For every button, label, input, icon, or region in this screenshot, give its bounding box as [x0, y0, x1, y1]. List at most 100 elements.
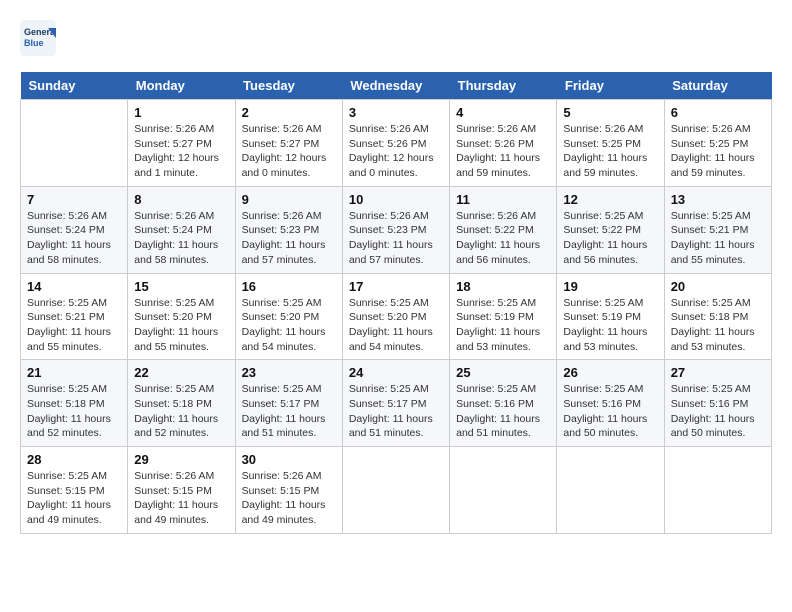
- day-info: Sunrise: 5:26 AM Sunset: 5:15 PM Dayligh…: [242, 469, 336, 528]
- day-number: 1: [134, 105, 228, 120]
- day-info: Sunrise: 5:25 AM Sunset: 5:16 PM Dayligh…: [671, 382, 765, 441]
- column-header-wednesday: Wednesday: [342, 72, 449, 100]
- calendar-table: SundayMondayTuesdayWednesdayThursdayFrid…: [20, 72, 772, 534]
- column-header-monday: Monday: [128, 72, 235, 100]
- week-row-3: 14Sunrise: 5:25 AM Sunset: 5:21 PM Dayli…: [21, 273, 772, 360]
- day-info: Sunrise: 5:25 AM Sunset: 5:17 PM Dayligh…: [242, 382, 336, 441]
- calendar-cell: 1 Sunrise: 5:26 AM Sunset: 5:27 PM Daylig…: [128, 100, 235, 187]
- day-number: 29: [134, 452, 228, 467]
- calendar-cell: 14Sunrise: 5:25 AM Sunset: 5:21 PM Dayli…: [21, 273, 128, 360]
- week-row-4: 21 Sunrise: 5:25 AM Sunset: 5:18 PM Dayli…: [21, 360, 772, 447]
- day-info: Sunrise: 5:26 AM Sunset: 5:22 PM Dayligh…: [456, 209, 550, 268]
- day-number: 14: [27, 279, 121, 294]
- day-info: Sunrise: 5:25 AM Sunset: 5:15 PM Dayligh…: [27, 469, 121, 528]
- calendar-cell: 15 Sunrise: 5:25 AM Sunset: 5:20 PM Dayli…: [128, 273, 235, 360]
- day-number: 10: [349, 192, 443, 207]
- day-number: 9: [242, 192, 336, 207]
- day-info: Sunrise: 5:26 AM Sunset: 5:27 PM Dayligh…: [134, 122, 228, 181]
- calendar-cell: 4Sunrise: 5:26 AM Sunset: 5:26 PM Daylig…: [450, 100, 557, 187]
- calendar-cell: 23 Sunrise: 5:25 AM Sunset: 5:17 PM Dayli…: [235, 360, 342, 447]
- calendar-cell: 7 Sunrise: 5:26 AM Sunset: 5:24 PM Daylig…: [21, 186, 128, 273]
- calendar-cell: 19 Sunrise: 5:25 AM Sunset: 5:19 PM Dayli…: [557, 273, 664, 360]
- column-header-sunday: Sunday: [21, 72, 128, 100]
- day-number: 19: [563, 279, 657, 294]
- day-info: Sunrise: 5:25 AM Sunset: 5:16 PM Dayligh…: [563, 382, 657, 441]
- logo: General Blue: [20, 20, 62, 56]
- day-info: Sunrise: 5:25 AM Sunset: 5:19 PM Dayligh…: [563, 296, 657, 355]
- calendar-cell: 16 Sunrise: 5:25 AM Sunset: 5:20 PM Dayli…: [235, 273, 342, 360]
- calendar-cell: 3 Sunrise: 5:26 AM Sunset: 5:26 PM Daylig…: [342, 100, 449, 187]
- calendar-cell: 22 Sunrise: 5:25 AM Sunset: 5:18 PM Dayli…: [128, 360, 235, 447]
- day-info: Sunrise: 5:25 AM Sunset: 5:17 PM Dayligh…: [349, 382, 443, 441]
- day-number: 4: [456, 105, 550, 120]
- day-info: Sunrise: 5:26 AM Sunset: 5:27 PM Dayligh…: [242, 122, 336, 181]
- calendar-body: 1 Sunrise: 5:26 AM Sunset: 5:27 PM Daylig…: [21, 100, 772, 534]
- day-number: 11: [456, 192, 550, 207]
- day-number: 2: [242, 105, 336, 120]
- day-info: Sunrise: 5:25 AM Sunset: 5:20 PM Dayligh…: [242, 296, 336, 355]
- day-number: 26: [563, 365, 657, 380]
- calendar-cell: [664, 447, 771, 534]
- day-number: 17: [349, 279, 443, 294]
- calendar-cell: 5Sunrise: 5:26 AM Sunset: 5:25 PM Daylig…: [557, 100, 664, 187]
- day-number: 23: [242, 365, 336, 380]
- day-info: Sunrise: 5:25 AM Sunset: 5:20 PM Dayligh…: [349, 296, 443, 355]
- logo-icon: General Blue: [20, 20, 56, 56]
- day-number: 21: [27, 365, 121, 380]
- column-header-tuesday: Tuesday: [235, 72, 342, 100]
- calendar-cell: 28 Sunrise: 5:25 AM Sunset: 5:15 PM Dayli…: [21, 447, 128, 534]
- day-info: Sunrise: 5:26 AM Sunset: 5:23 PM Dayligh…: [349, 209, 443, 268]
- day-info: Sunrise: 5:25 AM Sunset: 5:22 PM Dayligh…: [563, 209, 657, 268]
- day-number: 30: [242, 452, 336, 467]
- day-info: Sunrise: 5:25 AM Sunset: 5:20 PM Dayligh…: [134, 296, 228, 355]
- calendar-cell: [21, 100, 128, 187]
- day-info: Sunrise: 5:25 AM Sunset: 5:18 PM Dayligh…: [134, 382, 228, 441]
- week-row-5: 28 Sunrise: 5:25 AM Sunset: 5:15 PM Dayli…: [21, 447, 772, 534]
- day-number: 27: [671, 365, 765, 380]
- day-number: 7: [27, 192, 121, 207]
- day-number: 28: [27, 452, 121, 467]
- calendar-cell: 21 Sunrise: 5:25 AM Sunset: 5:18 PM Dayli…: [21, 360, 128, 447]
- day-info: Sunrise: 5:26 AM Sunset: 5:23 PM Dayligh…: [242, 209, 336, 268]
- day-info: Sunrise: 5:25 AM Sunset: 5:18 PM Dayligh…: [27, 382, 121, 441]
- day-number: 12: [563, 192, 657, 207]
- week-row-2: 7 Sunrise: 5:26 AM Sunset: 5:24 PM Daylig…: [21, 186, 772, 273]
- day-info: Sunrise: 5:25 AM Sunset: 5:21 PM Dayligh…: [671, 209, 765, 268]
- day-number: 8: [134, 192, 228, 207]
- calendar-cell: 6Sunrise: 5:26 AM Sunset: 5:25 PM Daylig…: [664, 100, 771, 187]
- day-info: Sunrise: 5:25 AM Sunset: 5:19 PM Dayligh…: [456, 296, 550, 355]
- calendar-header: SundayMondayTuesdayWednesdayThursdayFrid…: [21, 72, 772, 100]
- day-info: Sunrise: 5:26 AM Sunset: 5:25 PM Dayligh…: [671, 122, 765, 181]
- day-number: 15: [134, 279, 228, 294]
- day-number: 3: [349, 105, 443, 120]
- day-number: 18: [456, 279, 550, 294]
- day-info: Sunrise: 5:26 AM Sunset: 5:25 PM Dayligh…: [563, 122, 657, 181]
- day-info: Sunrise: 5:25 AM Sunset: 5:16 PM Dayligh…: [456, 382, 550, 441]
- day-info: Sunrise: 5:26 AM Sunset: 5:24 PM Dayligh…: [27, 209, 121, 268]
- day-info: Sunrise: 5:25 AM Sunset: 5:18 PM Dayligh…: [671, 296, 765, 355]
- calendar-cell: 10 Sunrise: 5:26 AM Sunset: 5:23 PM Dayli…: [342, 186, 449, 273]
- calendar-cell: 2 Sunrise: 5:26 AM Sunset: 5:27 PM Daylig…: [235, 100, 342, 187]
- day-info: Sunrise: 5:26 AM Sunset: 5:24 PM Dayligh…: [134, 209, 228, 268]
- page-header: General Blue: [20, 20, 772, 56]
- calendar-cell: 27 Sunrise: 5:25 AM Sunset: 5:16 PM Dayli…: [664, 360, 771, 447]
- day-number: 20: [671, 279, 765, 294]
- column-header-saturday: Saturday: [664, 72, 771, 100]
- day-number: 13: [671, 192, 765, 207]
- header-row: SundayMondayTuesdayWednesdayThursdayFrid…: [21, 72, 772, 100]
- day-number: 16: [242, 279, 336, 294]
- column-header-friday: Friday: [557, 72, 664, 100]
- week-row-1: 1 Sunrise: 5:26 AM Sunset: 5:27 PM Daylig…: [21, 100, 772, 187]
- calendar-cell: 29Sunrise: 5:26 AM Sunset: 5:15 PM Dayli…: [128, 447, 235, 534]
- calendar-cell: 11 Sunrise: 5:26 AM Sunset: 5:22 PM Dayli…: [450, 186, 557, 273]
- day-info: Sunrise: 5:26 AM Sunset: 5:26 PM Dayligh…: [349, 122, 443, 181]
- calendar-cell: 20 Sunrise: 5:25 AM Sunset: 5:18 PM Dayli…: [664, 273, 771, 360]
- calendar-cell: [557, 447, 664, 534]
- calendar-cell: 13 Sunrise: 5:25 AM Sunset: 5:21 PM Dayli…: [664, 186, 771, 273]
- calendar-cell: 8 Sunrise: 5:26 AM Sunset: 5:24 PM Daylig…: [128, 186, 235, 273]
- column-header-thursday: Thursday: [450, 72, 557, 100]
- calendar-cell: 24 Sunrise: 5:25 AM Sunset: 5:17 PM Dayli…: [342, 360, 449, 447]
- day-number: 22: [134, 365, 228, 380]
- day-number: 24: [349, 365, 443, 380]
- day-number: 25: [456, 365, 550, 380]
